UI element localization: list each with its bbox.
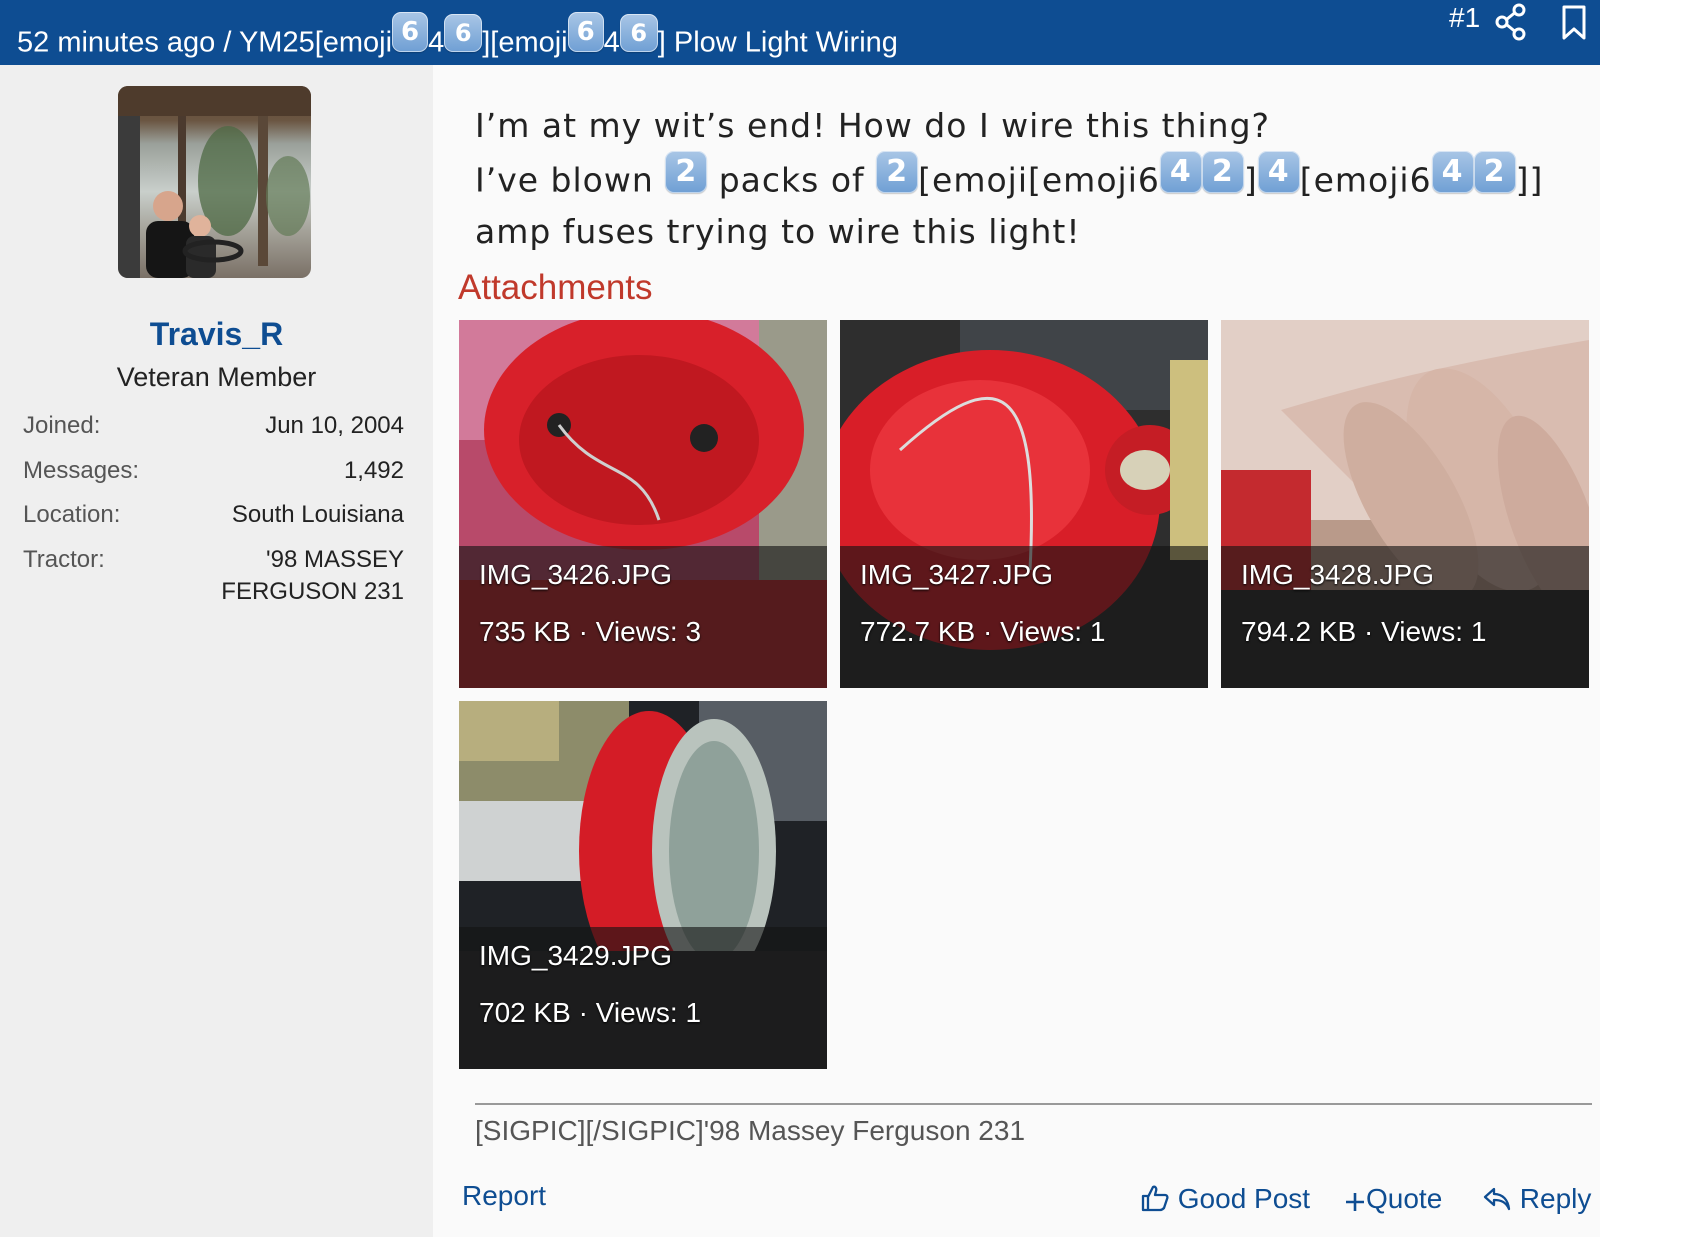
- keycap-emoji: 4: [1431, 151, 1474, 193]
- post-text: [emoji[emoji6: [918, 160, 1160, 200]
- stat-label-messages: Messages:: [23, 457, 140, 484]
- breadcrumb-text: 4: [603, 26, 620, 59]
- attachment-size: 772.7 KB: [860, 616, 976, 647]
- attachment-views: Views: 1: [595, 997, 702, 1028]
- share-icon[interactable]: [1494, 3, 1528, 41]
- author-title: Veteran Member: [116, 362, 317, 392]
- post-body-line: amp fuses trying to wire this light!: [475, 211, 1081, 251]
- report-link[interactable]: Report: [462, 1180, 546, 1212]
- attachment-filename: IMG_3429.JPG: [479, 940, 672, 971]
- attachment-size: 735 KB: [479, 616, 571, 647]
- keycap-emoji: 4: [1159, 151, 1202, 193]
- keycap-emoji: 2: [1473, 151, 1516, 193]
- post-text: ]]: [1515, 160, 1544, 200]
- attachment-meta: 702 KB · Views: 1: [479, 997, 701, 1029]
- stat-value-joined: Jun 10, 2004: [265, 412, 404, 439]
- breadcrumb-text: ][emoji: [482, 26, 568, 59]
- signature: [SIGPIC][/SIGPIC]'98 Massey Ferguson 231: [475, 1115, 1026, 1146]
- post-text: [emoji6: [1299, 160, 1432, 200]
- good-post-button[interactable]: Good Post: [1140, 1183, 1310, 1215]
- attachment-views: Views: 3: [595, 616, 702, 647]
- quote-button[interactable]: Quote: [1344, 1183, 1442, 1215]
- post-text: I’ve blown: [475, 160, 666, 200]
- plus-icon: [1346, 1193, 1364, 1211]
- attachment-views: Views: 1: [1000, 616, 1106, 647]
- attachment-views: Views: 1: [1381, 616, 1487, 647]
- keycap-emoji: 6: [444, 13, 483, 52]
- signature-divider: [475, 1103, 1592, 1105]
- avatar[interactable]: [118, 86, 311, 278]
- attachment-separator: ·: [570, 616, 596, 647]
- reply-label: Reply: [1519, 1183, 1592, 1214]
- quote-label: Quote: [1366, 1183, 1443, 1214]
- attachment-thumbnail[interactable]: IMG_3429.JPG 702 KB · Views: 1: [459, 701, 827, 1069]
- stat-label-tractor: Tractor:: [23, 546, 105, 573]
- attachment-filename: IMG_3427.JPG: [860, 559, 1053, 590]
- attachment-size: 794.2 KB: [1241, 616, 1357, 647]
- breadcrumb-text: 4: [428, 26, 445, 59]
- keycap-emoji: 2: [876, 151, 919, 193]
- attachment-filename: IMG_3428.JPG: [1241, 559, 1434, 590]
- bookmark-icon[interactable]: [1561, 5, 1587, 41]
- keycap-emoji: 6: [567, 12, 604, 52]
- attachment-separator: ·: [1356, 616, 1382, 647]
- attachment-meta: 735 KB · Views: 3: [479, 616, 701, 648]
- breadcrumb[interactable]: 52 minutes ago / YM25[emoji 6 4 6][emoji 6 4 6…: [17, 12, 898, 60]
- reply-button[interactable]: Reply: [1482, 1183, 1591, 1215]
- thumbs-up-icon: [1141, 1185, 1169, 1212]
- stat-label-location: Location:: [23, 501, 121, 528]
- thread-header-bar: 52 minutes ago / YM25[emoji 6 4 6][emoji 6 4 6…: [0, 0, 1600, 65]
- breadcrumb-time-prefix: 52 minutes ago / YM25[emoji: [17, 26, 393, 59]
- attachment-meta: 772.7 KB · Views: 1: [860, 616, 1105, 648]
- stat-value-tractor-line2: FERGUSON 231: [221, 578, 404, 605]
- post-number-link[interactable]: #1: [1449, 2, 1480, 34]
- stat-value-location: South Louisiana: [231, 501, 404, 528]
- post-text: ]: [1243, 160, 1258, 200]
- post-body-line: I’m at my wit’s end! How do I wire this …: [475, 106, 1271, 145]
- attachment-thumbnail[interactable]: IMG_3426.JPG 735 KB · Views: 3: [459, 320, 827, 688]
- keycap-emoji: 2: [1201, 151, 1244, 193]
- attachment-filename: IMG_3426.JPG: [479, 559, 672, 590]
- attachment-size: 702 KB: [479, 997, 571, 1028]
- attachment-separator: ·: [975, 616, 1001, 647]
- keycap-emoji: 6: [392, 12, 429, 52]
- avatar-photo: [118, 86, 311, 278]
- attachment-thumbnail[interactable]: IMG_3427.JPG 772.7 KB · Views: 1: [840, 320, 1208, 688]
- attachment-meta: 794.2 KB · Views: 1: [1241, 616, 1486, 648]
- reply-icon: [1483, 1187, 1511, 1211]
- stat-value-tractor-line1: '98 MASSEY: [266, 546, 404, 573]
- keycap-emoji: 6: [619, 13, 658, 52]
- good-post-label: Good Post: [1177, 1183, 1311, 1214]
- post-body: I’m at my wit’s end! How do I wire this …: [475, 100, 1543, 257]
- attachment-separator: ·: [570, 997, 596, 1028]
- keycap-emoji: 2: [665, 151, 708, 193]
- post-body-line: I’ve blown 2 packs of 2 [emoji[emoji6 4 2] 4…: [475, 151, 1543, 206]
- stat-value-messages: 1,492: [343, 457, 404, 484]
- stat-label-joined: Joined:: [23, 412, 101, 439]
- attachment-thumbnail[interactable]: IMG_3428.JPG 794.2 KB · Views: 1: [1221, 320, 1589, 688]
- author-username[interactable]: Travis_R: [0, 316, 433, 353]
- breadcrumb-title: ] Plow Light Wiring: [657, 26, 898, 59]
- keycap-emoji: 4: [1257, 151, 1300, 193]
- attachments-heading: Attachments: [458, 268, 653, 307]
- post-text: packs of: [707, 160, 877, 200]
